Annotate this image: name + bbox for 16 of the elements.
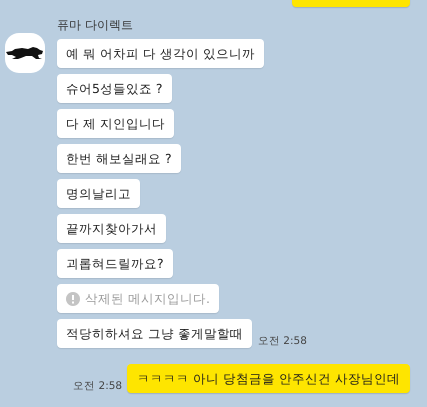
message-bubble: 적당히하셔요 그냥 좋게말할때 <box>57 319 252 348</box>
message-bubble: 다 제 지인입니다 <box>57 109 174 138</box>
message-time: 오전 2:58 <box>258 335 307 348</box>
message-bubble: ㅋㅋㅋㅋ 아니 당첨금을 안주신건 사장님인데 <box>127 364 410 393</box>
sender-name: 퓨마 다이렉트 <box>57 18 134 32</box>
deleted-text: 삭제된 메시지입니다. <box>85 290 210 307</box>
message-bubble: 명의날리고 <box>57 179 140 208</box>
message-bubble: 괴롭혀드릴까요? <box>57 249 173 278</box>
message-bubble: 한번 해보실래요 ? <box>57 144 181 173</box>
profile-avatar[interactable] <box>5 33 45 73</box>
message-bubble: 끝까지찾아가서 <box>57 214 166 243</box>
message-bubble: 슈어5성들있죠 ? <box>57 74 172 103</box>
message-time: 오전 2:58 <box>73 380 122 393</box>
warning-icon <box>66 292 80 306</box>
message-bubble: 예 뭐 어차피 다 생각이 있으니까 <box>57 39 264 68</box>
animal-icon <box>6 46 44 60</box>
